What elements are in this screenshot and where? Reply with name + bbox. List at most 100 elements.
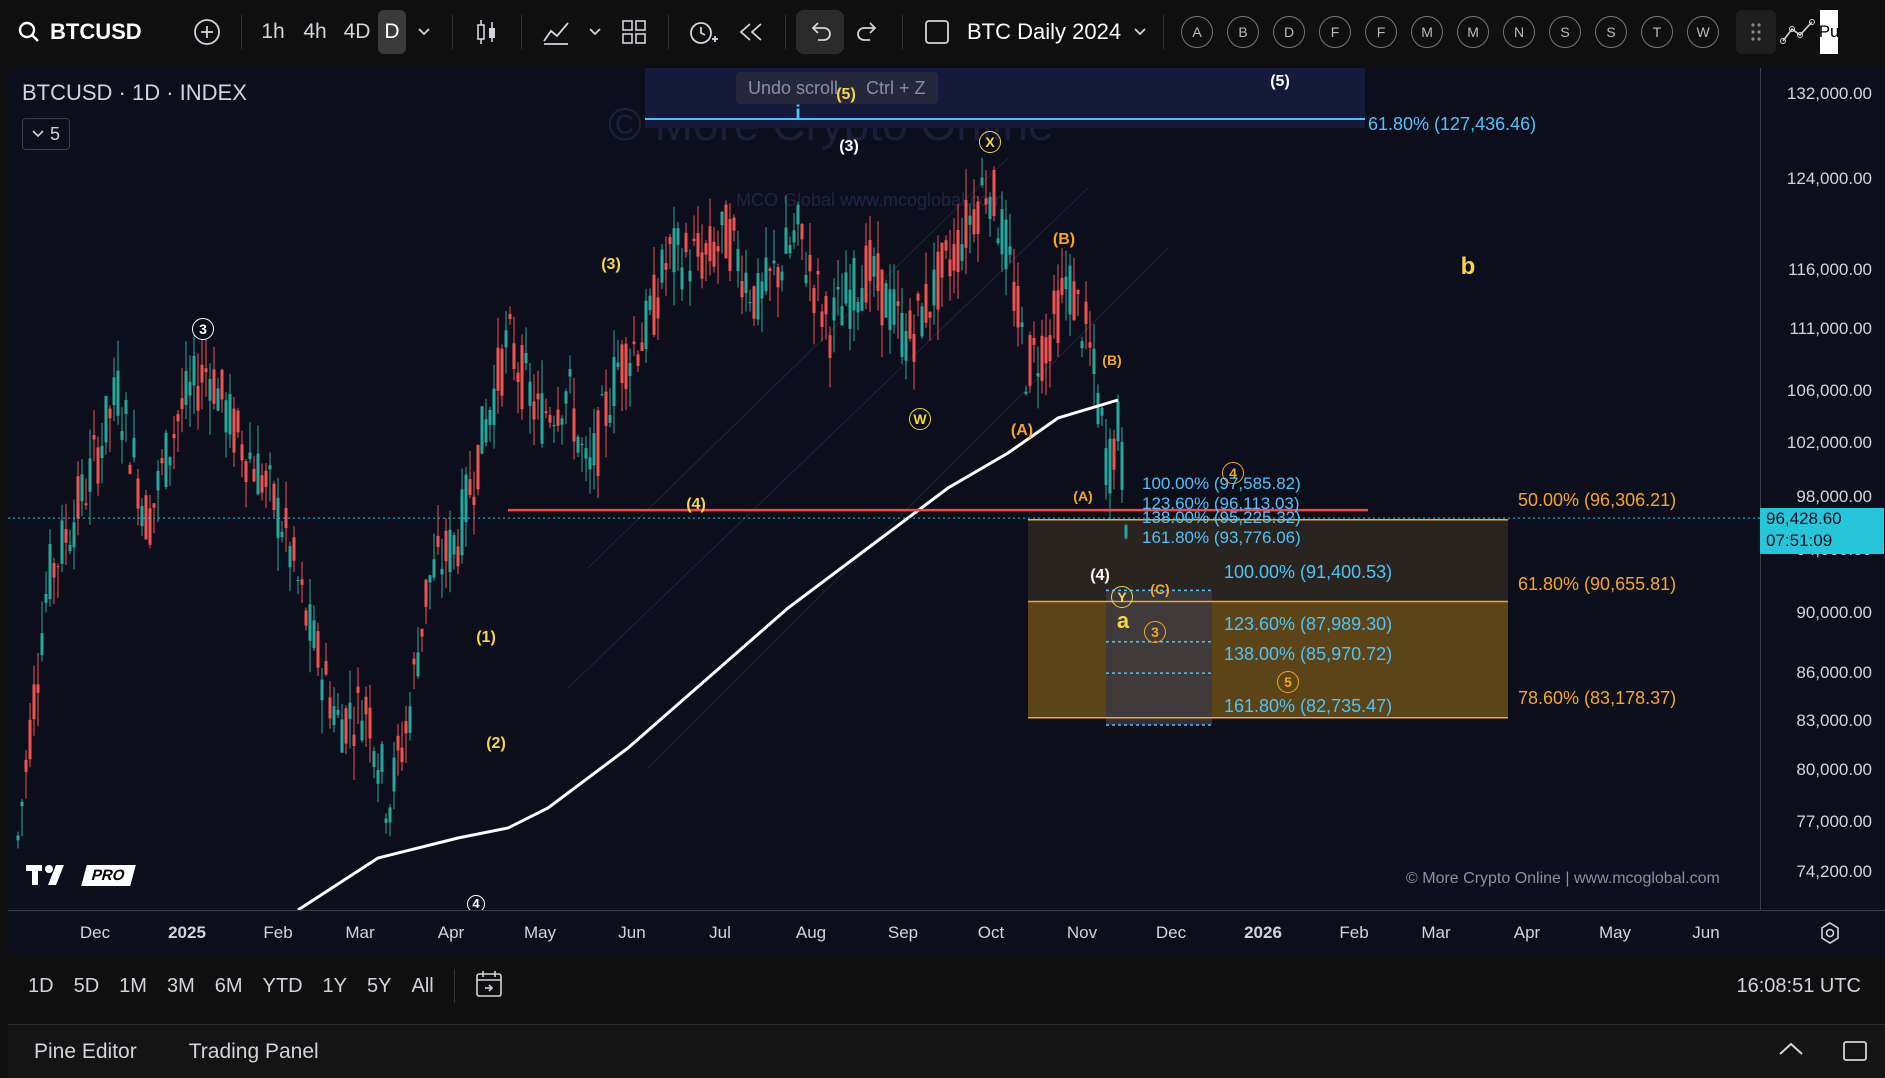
alert-button[interactable] xyxy=(679,10,727,54)
layout-name[interactable]: BTC Daily 2024 xyxy=(961,10,1127,54)
watchlist-button-s2[interactable]: S xyxy=(1595,16,1628,48)
tooltip-label: Undo scroll xyxy=(748,77,839,98)
candle-body xyxy=(1080,340,1084,349)
candle-body xyxy=(732,217,736,231)
go-to-date-button[interactable] xyxy=(465,970,515,1003)
candle-body xyxy=(560,418,564,425)
range-all[interactable]: All xyxy=(401,975,443,998)
pattern-icon-button[interactable] xyxy=(1776,10,1820,54)
watchlist-button-w[interactable]: W xyxy=(1687,16,1720,48)
watchlist-button-s1[interactable]: S xyxy=(1549,16,1582,48)
candle-body xyxy=(512,343,516,369)
watchlist-button-d[interactable]: D xyxy=(1273,16,1306,48)
layout-select-button[interactable] xyxy=(913,10,961,54)
candle-body xyxy=(516,372,520,383)
timeframe-4d[interactable]: 4D xyxy=(336,10,378,54)
watchlist-button-b[interactable]: B xyxy=(1227,16,1260,48)
range-1d[interactable]: 1D xyxy=(18,975,64,998)
price-axis[interactable]: 132,000.00 124,000.00 116,000.00 111,000… xyxy=(1760,68,1885,910)
candle-body xyxy=(688,270,692,282)
candle-body xyxy=(288,546,292,568)
time-tick: 2026 xyxy=(1244,923,1282,942)
range-ytd[interactable]: YTD xyxy=(253,975,313,998)
candle-body xyxy=(812,288,816,313)
candle-body xyxy=(876,253,880,292)
watchlist-button-f2[interactable]: F xyxy=(1365,16,1398,48)
candle-body xyxy=(444,530,448,562)
redo-button[interactable] xyxy=(844,10,892,54)
price-tick: 111,000.00 xyxy=(1789,319,1872,338)
undo-button[interactable] xyxy=(796,10,844,54)
drag-handle[interactable] xyxy=(1736,10,1777,54)
watchlist-button-m2[interactable]: M xyxy=(1457,16,1490,48)
publish-button[interactable]: Pu xyxy=(1820,10,1839,54)
time-tick: Aug xyxy=(795,923,827,942)
candle-body xyxy=(452,535,456,555)
price-tick: 106,000.00 xyxy=(1786,381,1872,400)
price-chart[interactable]: © More Crypto OnlineMCO Global www.mcogl… xyxy=(8,68,1760,912)
timeframe-4h[interactable]: 4h xyxy=(294,10,336,54)
candle-body xyxy=(896,301,900,306)
watchlist-button-a[interactable]: A xyxy=(1181,16,1214,48)
chart-type-button[interactable] xyxy=(463,10,511,54)
candle-body xyxy=(260,475,264,493)
range-5y[interactable]: 5Y xyxy=(357,975,401,998)
candle-body xyxy=(116,370,120,416)
fib-orange-label: 50.00% (96,306.21) xyxy=(1518,490,1677,510)
chart-legend-title[interactable]: BTCUSD · 1D · INDEX xyxy=(22,80,247,106)
replay-button[interactable] xyxy=(727,10,775,54)
candle-body xyxy=(1044,337,1048,364)
axis-settings-button[interactable] xyxy=(1818,921,1842,950)
legend-collapse-button[interactable]: 5 xyxy=(22,118,70,150)
watchlist-button-m1[interactable]: M xyxy=(1411,16,1444,48)
candle-body xyxy=(852,258,856,311)
candle-body xyxy=(216,388,220,411)
candle-body xyxy=(336,709,340,715)
watchlist-button-n[interactable]: N xyxy=(1503,16,1536,48)
range-6m[interactable]: 6M xyxy=(205,975,253,998)
range-1m[interactable]: 1M xyxy=(109,975,157,998)
candle-body xyxy=(864,245,868,303)
candle-body xyxy=(476,445,480,490)
tab-pine-editor[interactable]: Pine Editor xyxy=(8,1040,163,1064)
candle-body xyxy=(132,437,136,458)
maximize-panel-button[interactable] xyxy=(1841,1037,1869,1070)
indicators-button[interactable] xyxy=(532,10,580,54)
range-5d[interactable]: 5D xyxy=(64,975,110,998)
collapse-panel-button[interactable] xyxy=(1777,1039,1805,1064)
candle-body xyxy=(144,495,148,540)
wave-label: a xyxy=(1116,608,1130,633)
candle-body xyxy=(364,696,368,715)
indicators-dropdown[interactable] xyxy=(580,10,610,54)
time-tick: Nov xyxy=(1066,923,1098,942)
watchlist-button-t[interactable]: T xyxy=(1641,16,1674,48)
candle-body xyxy=(1104,448,1108,486)
timeframe-d[interactable]: D xyxy=(378,10,406,54)
candle-body xyxy=(576,436,580,453)
layout-dropdown[interactable] xyxy=(1127,10,1153,54)
candle-body xyxy=(404,721,408,734)
time-axis[interactable]: Dec 2025 Feb Mar Apr May Jun Jul Aug Sep… xyxy=(8,910,1885,955)
candle-body xyxy=(256,453,260,495)
range-1y[interactable]: 1Y xyxy=(313,975,357,998)
timeframe-dropdown[interactable] xyxy=(406,10,442,54)
candle-body xyxy=(724,204,728,259)
timeframe-1h[interactable]: 1h xyxy=(252,10,294,54)
candle-body xyxy=(152,503,156,508)
compare-symbol-button[interactable] xyxy=(183,10,231,54)
candle-body xyxy=(1120,441,1124,490)
range-3m[interactable]: 3M xyxy=(157,975,205,998)
templates-button[interactable] xyxy=(610,10,658,54)
timezone-clock[interactable]: 16:08:51 UTC xyxy=(1736,975,1861,998)
candle-body xyxy=(708,226,712,262)
tab-trading-panel[interactable]: Trading Panel xyxy=(163,1040,345,1064)
candle-body xyxy=(1004,219,1008,270)
symbol-search[interactable]: BTCUSD xyxy=(0,10,183,54)
candle-body xyxy=(200,364,204,383)
chart-canvas[interactable]: © More Crypto OnlineMCO Global www.mcogl… xyxy=(8,68,1760,912)
candle-body xyxy=(1020,322,1024,327)
watchlist-button-f1[interactable]: F xyxy=(1319,16,1352,48)
candle-body xyxy=(588,457,592,470)
candle-body xyxy=(1124,525,1128,539)
candle-body xyxy=(156,471,160,491)
